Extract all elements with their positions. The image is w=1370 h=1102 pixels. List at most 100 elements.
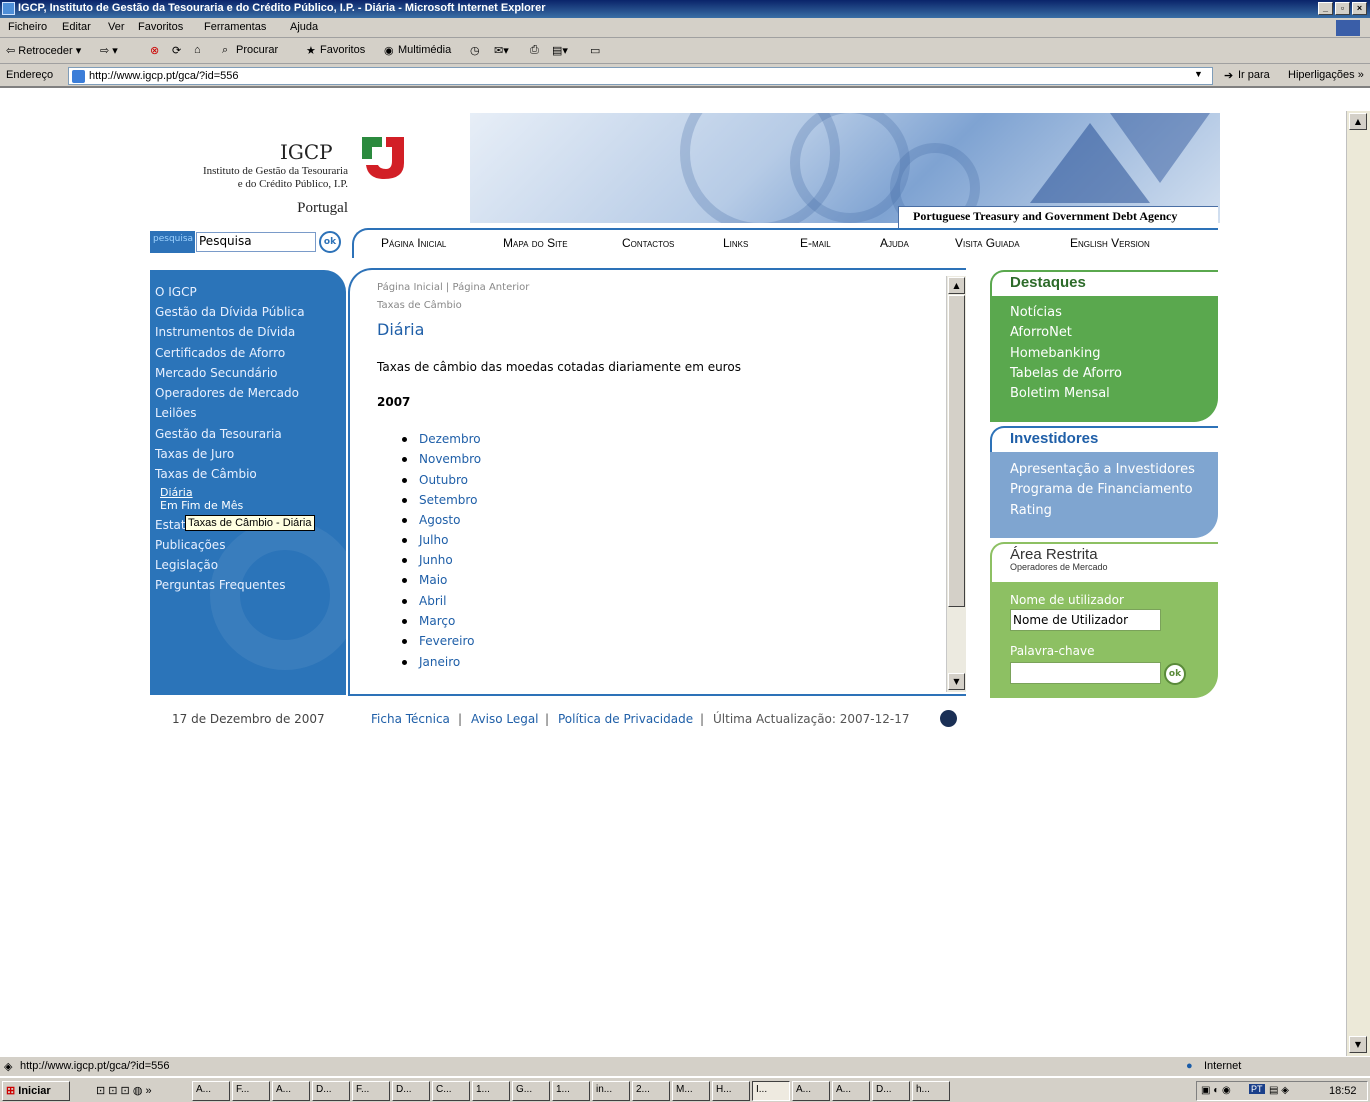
- taskbar-button[interactable]: 2...: [632, 1081, 670, 1101]
- breadcrumb-home-link[interactable]: Página Inicial: [377, 282, 443, 293]
- multimedia-button[interactable]: Multimédia: [398, 44, 451, 56]
- footer-aviso-link[interactable]: Aviso Legal: [471, 712, 539, 726]
- leftnav-item[interactable]: Legislação: [155, 558, 218, 572]
- scroll-up-button[interactable]: ▲: [1349, 113, 1367, 130]
- leftnav-subitem-diaria[interactable]: Diária: [160, 486, 193, 499]
- month-link[interactable]: Setembro: [419, 493, 477, 507]
- month-link[interactable]: Julho: [419, 533, 448, 547]
- favorites-button[interactable]: Favoritos: [320, 44, 365, 56]
- taskbar-button[interactable]: A...: [192, 1081, 230, 1101]
- month-link[interactable]: Agosto: [419, 513, 460, 527]
- search-ok-button[interactable]: ok: [319, 231, 341, 253]
- taskbar-button[interactable]: h...: [912, 1081, 950, 1101]
- nav-email[interactable]: E-mail: [800, 236, 831, 250]
- destaques-link[interactable]: Notícias: [1010, 305, 1062, 320]
- close-button[interactable]: ×: [1352, 2, 1367, 15]
- month-link[interactable]: Novembro: [419, 452, 481, 466]
- menu-editar[interactable]: Editar: [62, 21, 91, 33]
- destaques-link[interactable]: Homebanking: [1010, 346, 1100, 361]
- taskbar-button-active[interactable]: I...: [752, 1081, 790, 1101]
- month-link[interactable]: Fevereiro: [419, 634, 475, 648]
- network-icon[interactable]: ▤ ◈: [1269, 1085, 1289, 1096]
- search-input[interactable]: Pesquisa: [196, 232, 316, 252]
- taskbar-button[interactable]: F...: [352, 1081, 390, 1101]
- scroll-down-button[interactable]: ▼: [1349, 1036, 1367, 1053]
- menu-ver[interactable]: Ver: [108, 21, 125, 33]
- mail-icon[interactable]: ✉▾: [494, 44, 509, 57]
- month-link[interactable]: Janeiro: [419, 655, 460, 669]
- address-input[interactable]: http://www.igcp.pt/gca/?id=556: [68, 67, 1213, 85]
- content-scroll-thumb[interactable]: [948, 295, 965, 607]
- leftnav-item[interactable]: Mercado Secundário: [155, 366, 278, 380]
- footer-politica-link[interactable]: Política de Privacidade: [558, 712, 693, 726]
- investidores-link[interactable]: Programa de Financiamento: [1010, 482, 1193, 497]
- taskbar-button[interactable]: 1...: [552, 1081, 590, 1101]
- discuss-icon[interactable]: ▭: [590, 44, 600, 57]
- leftnav-item[interactable]: Perguntas Frequentes: [155, 578, 286, 592]
- investidores-link[interactable]: Rating: [1010, 503, 1052, 518]
- leftnav-item[interactable]: Gestão da Dívida Pública: [155, 305, 305, 319]
- leftnav-item[interactable]: Publicações: [155, 538, 225, 552]
- back-button[interactable]: ⇦ Retroceder ▾: [6, 44, 81, 57]
- leftnav-item[interactable]: Estat: [155, 518, 186, 532]
- menu-ficheiro[interactable]: Ficheiro: [8, 21, 47, 33]
- password-input[interactable]: [1010, 662, 1161, 684]
- refresh-icon[interactable]: ⟳: [172, 44, 181, 57]
- leftnav-item[interactable]: O IGCP: [155, 285, 197, 299]
- taskbar-button[interactable]: G...: [512, 1081, 550, 1101]
- username-input[interactable]: Nome de Utilizador: [1010, 609, 1161, 631]
- nav-pagina-inicial[interactable]: Página Inicial: [381, 236, 446, 250]
- globe-icon[interactable]: [940, 710, 957, 727]
- leftnav-item[interactable]: Certificados de Aforro: [155, 346, 285, 360]
- nav-links[interactable]: Links: [723, 236, 748, 250]
- quicklaunch-icons[interactable]: ⊡ ⊡ ⊡ ◍ »: [96, 1084, 152, 1097]
- investidores-link[interactable]: Apresentação a Investidores: [1010, 462, 1195, 477]
- nav-visita-guiada[interactable]: Visita Guiada: [955, 236, 1020, 250]
- print-icon[interactable]: ⎙: [530, 44, 539, 57]
- leftnav-item[interactable]: Taxas de Juro: [155, 447, 234, 461]
- start-button[interactable]: ⊞ Iniciar: [2, 1081, 70, 1101]
- menu-ferramentas[interactable]: Ferramentas: [204, 21, 266, 33]
- content-scroll-up-button[interactable]: ▲: [948, 277, 965, 294]
- taskbar-button[interactable]: M...: [672, 1081, 710, 1101]
- nav-ajuda[interactable]: Ajuda: [880, 236, 909, 250]
- taskbar-button[interactable]: A...: [272, 1081, 310, 1101]
- leftnav-subitem-fim-de-mes[interactable]: Em Fim de Mês: [160, 499, 243, 512]
- search-button[interactable]: Procurar: [236, 44, 278, 56]
- taskbar-button[interactable]: D...: [312, 1081, 350, 1101]
- browser-scrollbar[interactable]: ▲ ▼: [1346, 111, 1370, 1056]
- minimize-button[interactable]: _: [1318, 2, 1333, 15]
- taskbar-button[interactable]: F...: [232, 1081, 270, 1101]
- month-link[interactable]: Outubro: [419, 473, 468, 487]
- month-link[interactable]: Maio: [419, 573, 447, 587]
- history-icon[interactable]: ◷: [470, 44, 480, 57]
- tray-icons[interactable]: ▣ ◐ ◉: [1201, 1085, 1231, 1096]
- forward-button[interactable]: ⇨ ▾: [100, 44, 118, 57]
- address-dropdown-icon[interactable]: ▼: [1194, 69, 1203, 79]
- stop-icon[interactable]: ⊗: [150, 44, 159, 57]
- taskbar-button[interactable]: 1...: [472, 1081, 510, 1101]
- month-link[interactable]: Junho: [419, 553, 453, 567]
- leftnav-item[interactable]: Operadores de Mercado: [155, 386, 299, 400]
- footer-ficha-link[interactable]: Ficha Técnica: [371, 712, 450, 726]
- leftnav-item[interactable]: Gestão da Tesouraria: [155, 427, 282, 441]
- nav-english-version[interactable]: English Version: [1070, 236, 1150, 250]
- month-link[interactable]: Abril: [419, 594, 446, 608]
- taskbar-button[interactable]: in...: [592, 1081, 630, 1101]
- content-scrollbar[interactable]: ▲ ▼: [946, 276, 966, 692]
- leftnav-item[interactable]: Instrumentos de Dívida: [155, 325, 295, 339]
- destaques-link[interactable]: Tabelas de Aforro: [1010, 366, 1122, 381]
- leftnav-item[interactable]: Leilões: [155, 406, 197, 420]
- taskbar-button[interactable]: D...: [872, 1081, 910, 1101]
- go-button[interactable]: Ir para: [1238, 69, 1270, 81]
- menu-ajuda[interactable]: Ajuda: [290, 21, 318, 33]
- menu-favoritos[interactable]: Favoritos: [138, 21, 183, 33]
- home-icon[interactable]: ⌂: [194, 44, 201, 56]
- maximize-button[interactable]: ▫: [1335, 2, 1350, 15]
- destaques-link[interactable]: AforroNet: [1010, 325, 1072, 340]
- leftnav-item[interactable]: Taxas de Câmbio: [155, 467, 257, 481]
- taskbar-button[interactable]: H...: [712, 1081, 750, 1101]
- nav-contactos[interactable]: Contactos: [622, 236, 674, 250]
- login-ok-button[interactable]: ok: [1164, 663, 1186, 685]
- month-link[interactable]: Dezembro: [419, 432, 481, 446]
